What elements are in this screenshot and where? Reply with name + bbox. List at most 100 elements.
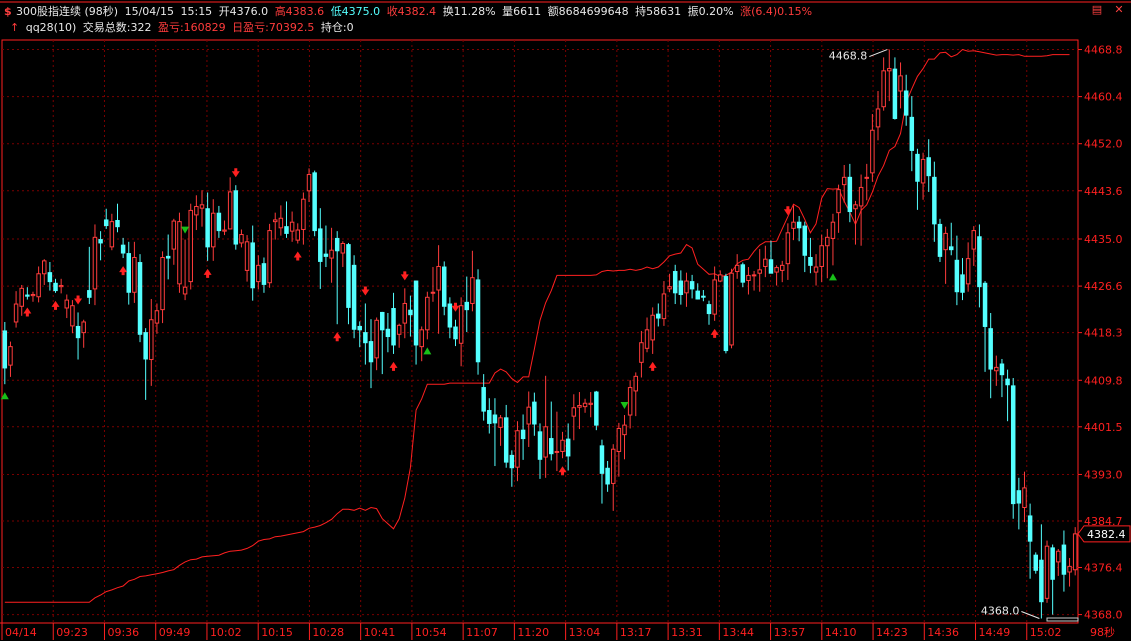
candle xyxy=(8,341,13,377)
candle xyxy=(661,281,667,326)
candle-body xyxy=(920,158,926,184)
candle xyxy=(554,411,560,472)
candle-body xyxy=(841,176,847,186)
candle-body xyxy=(661,293,667,320)
candle xyxy=(194,195,199,231)
indicator-arrow-icon: ↑ xyxy=(10,21,20,34)
contract-title[interactable]: 300股指连续 (98秒) xyxy=(16,5,118,18)
signal-arrow-icon xyxy=(423,347,432,355)
amplitude: 振0.20% xyxy=(687,5,734,18)
period-label: 98秒 xyxy=(1090,625,1115,639)
x-tick-label: 14:10 xyxy=(825,626,857,639)
candle xyxy=(836,184,841,233)
candle-body xyxy=(346,244,351,308)
candle xyxy=(1067,557,1072,587)
candle-body xyxy=(1044,545,1050,599)
candle xyxy=(2,321,8,385)
candle-body xyxy=(430,291,436,294)
candle xyxy=(261,257,267,293)
x-tick-label: 09:49 xyxy=(159,626,191,639)
candle-body xyxy=(870,129,875,174)
profit-loss: 盈亏:160829 xyxy=(157,21,226,34)
candle-body xyxy=(689,281,695,290)
candle-body xyxy=(205,208,210,248)
candle xyxy=(1072,527,1078,576)
candle-body xyxy=(278,217,284,229)
candle xyxy=(188,203,193,290)
candle xyxy=(785,223,791,280)
x-tick-label: 11:07 xyxy=(466,626,498,639)
candle-body xyxy=(453,326,458,340)
candle-body xyxy=(30,294,36,297)
signal-arrow-icon xyxy=(389,361,398,371)
candle xyxy=(75,312,81,360)
candle-body xyxy=(926,157,931,177)
candle-body xyxy=(13,303,19,323)
candle xyxy=(267,223,272,288)
candle-body xyxy=(227,191,233,230)
candle xyxy=(729,268,734,349)
candle-body xyxy=(830,221,836,239)
candle-body xyxy=(734,264,740,273)
y-tick-label: 4468.8 xyxy=(1084,44,1123,57)
candle-body xyxy=(272,219,278,223)
candle-body xyxy=(819,245,824,267)
candle xyxy=(103,208,109,229)
candle-body xyxy=(858,186,864,207)
candle-body xyxy=(1033,554,1038,571)
candle-body xyxy=(498,417,503,428)
candle-body xyxy=(847,176,853,213)
candle-body xyxy=(250,242,255,289)
candle-body xyxy=(109,221,115,248)
candle-body xyxy=(605,467,610,485)
candle xyxy=(475,269,481,375)
settings-icon[interactable]: ▤ xyxy=(1090,3,1104,17)
signal-arrow-icon xyxy=(710,328,719,338)
candle xyxy=(898,62,903,109)
candle-body xyxy=(672,271,678,294)
candle xyxy=(706,300,712,325)
signal-arrow-icon xyxy=(783,206,792,216)
candle xyxy=(182,239,188,301)
candle xyxy=(278,205,284,236)
candle-body xyxy=(391,308,396,346)
candle xyxy=(543,375,548,478)
candle-body xyxy=(132,257,137,293)
signal-arrow-icon xyxy=(74,295,83,305)
candle xyxy=(892,57,898,120)
candle xyxy=(841,165,847,203)
x-tick-label: 13:17 xyxy=(620,626,652,639)
candle-body xyxy=(853,204,858,210)
bar-date: 15/04/15 xyxy=(124,5,174,18)
kline-chart[interactable]: 4468.8 4460.4 4452.0 4443.6 4435.0 4426.6 4418… xyxy=(0,0,1131,641)
candle xyxy=(887,49,892,102)
candle-body xyxy=(2,330,8,369)
candle xyxy=(689,274,695,299)
candle-body xyxy=(289,221,295,232)
candle-body xyxy=(610,448,616,484)
candle xyxy=(571,394,577,441)
candle xyxy=(622,415,627,460)
candle-body xyxy=(729,272,734,346)
candle-body xyxy=(1016,490,1022,504)
low-price: 低4375.0 xyxy=(330,5,381,18)
candle xyxy=(977,224,982,308)
candle-body xyxy=(295,229,301,241)
candle xyxy=(98,231,103,261)
candle-body xyxy=(915,153,920,182)
candle-body xyxy=(47,272,53,283)
candle-body xyxy=(779,264,785,271)
indicator-name[interactable]: qq28(10) xyxy=(26,21,77,34)
x-tick-label: 09:23 xyxy=(56,626,88,639)
signal-arrow-icon xyxy=(648,361,657,371)
candle-body xyxy=(577,404,582,408)
chart-canvas[interactable]: 4468.8 4460.4 4452.0 4443.6 4435.0 4426.6 4418… xyxy=(0,0,1131,641)
candle-body xyxy=(909,116,915,151)
candle-body xyxy=(194,205,199,216)
candle-body xyxy=(639,342,644,363)
close-icon[interactable]: ✕ xyxy=(1112,3,1126,17)
candle xyxy=(374,317,379,371)
signal-arrow-icon xyxy=(400,271,409,281)
candle-body xyxy=(836,189,841,214)
candle xyxy=(233,185,239,250)
